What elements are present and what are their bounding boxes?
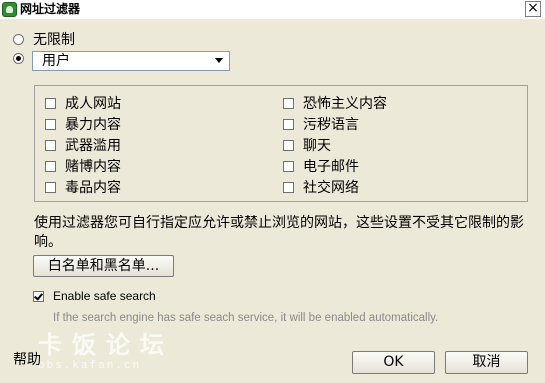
category-checkbox[interactable] bbox=[45, 160, 56, 172]
window-title: 网址过滤器 bbox=[20, 2, 81, 16]
category-item[interactable]: 赌博内容 bbox=[45, 157, 121, 175]
user-select[interactable]: 用户 bbox=[32, 51, 230, 71]
category-item[interactable]: 暴力内容 bbox=[45, 115, 121, 133]
category-item[interactable]: 成人网站 bbox=[45, 94, 121, 112]
category-checkbox[interactable] bbox=[45, 97, 56, 109]
radio-user[interactable] bbox=[13, 53, 24, 64]
ok-button[interactable]: OK bbox=[352, 351, 435, 374]
help-link[interactable]: 帮助 bbox=[13, 349, 41, 369]
category-label[interactable]: 聊天 bbox=[303, 135, 331, 155]
close-button[interactable]: × bbox=[525, 1, 541, 17]
radio-unrestricted[interactable] bbox=[13, 33, 24, 45]
category-item[interactable]: 社交网络 bbox=[283, 178, 359, 196]
category-label[interactable]: 成人网站 bbox=[65, 93, 121, 113]
radio-unrestricted-row[interactable]: 无限制 bbox=[13, 29, 75, 49]
cancel-button[interactable]: 取消 bbox=[445, 351, 528, 374]
category-checkbox[interactable] bbox=[283, 118, 294, 130]
category-label[interactable]: 恐怖主义内容 bbox=[303, 93, 387, 113]
category-label[interactable]: 电子邮件 bbox=[303, 156, 359, 176]
category-label[interactable]: 暴力内容 bbox=[65, 114, 121, 134]
category-checkbox[interactable] bbox=[283, 181, 294, 193]
category-checkbox[interactable] bbox=[283, 139, 294, 151]
category-checkbox[interactable] bbox=[45, 139, 56, 151]
whitelist-blacklist-button[interactable]: 白名单和黑名单... bbox=[33, 255, 174, 277]
radio-user-row[interactable] bbox=[13, 53, 24, 64]
radio-unrestricted-label[interactable]: 无限制 bbox=[33, 29, 75, 49]
safe-search-checkbox[interactable] bbox=[33, 290, 44, 302]
watermark-url: bbs.kafan.cn bbox=[38, 360, 142, 372]
chevron-down-icon[interactable] bbox=[215, 58, 223, 63]
user-select-value: 用户 bbox=[42, 53, 70, 69]
safe-search-hint: If the search engine has safe seach serv… bbox=[53, 312, 439, 324]
app-shield-icon bbox=[2, 2, 17, 17]
title-bar: 网址过滤器 × bbox=[0, 0, 545, 20]
category-checkbox[interactable] bbox=[283, 160, 294, 172]
category-label[interactable]: 武器滥用 bbox=[65, 135, 121, 155]
safe-search-row[interactable]: Enable safe search bbox=[33, 289, 156, 303]
category-item[interactable]: 恐怖主义内容 bbox=[283, 94, 387, 112]
category-label[interactable]: 污秽语言 bbox=[303, 114, 359, 134]
category-item[interactable]: 聊天 bbox=[283, 136, 331, 154]
category-label[interactable]: 社交网络 bbox=[303, 177, 359, 197]
category-group: 成人网站 暴力内容 武器滥用 赌博内容 毒品内容 恐怖主义内容 污秽语言 聊天 … bbox=[34, 85, 528, 202]
category-checkbox[interactable] bbox=[45, 181, 56, 193]
category-item[interactable]: 武器滥用 bbox=[45, 136, 121, 154]
category-checkbox[interactable] bbox=[283, 97, 294, 109]
category-item[interactable]: 电子邮件 bbox=[283, 157, 359, 175]
category-label[interactable]: 毒品内容 bbox=[65, 177, 121, 197]
category-item[interactable]: 污秽语言 bbox=[283, 115, 359, 133]
watermark-text: 卡饭论坛 bbox=[38, 331, 174, 359]
category-checkbox[interactable] bbox=[45, 118, 56, 130]
filter-description: 使用过滤器您可自行指定应允许或禁止浏览的网站，这些设置不受其它限制的影响。 bbox=[34, 215, 524, 250]
safe-search-label[interactable]: Enable safe search bbox=[53, 289, 156, 303]
category-item[interactable]: 毒品内容 bbox=[45, 178, 121, 196]
category-label[interactable]: 赌博内容 bbox=[65, 156, 121, 176]
